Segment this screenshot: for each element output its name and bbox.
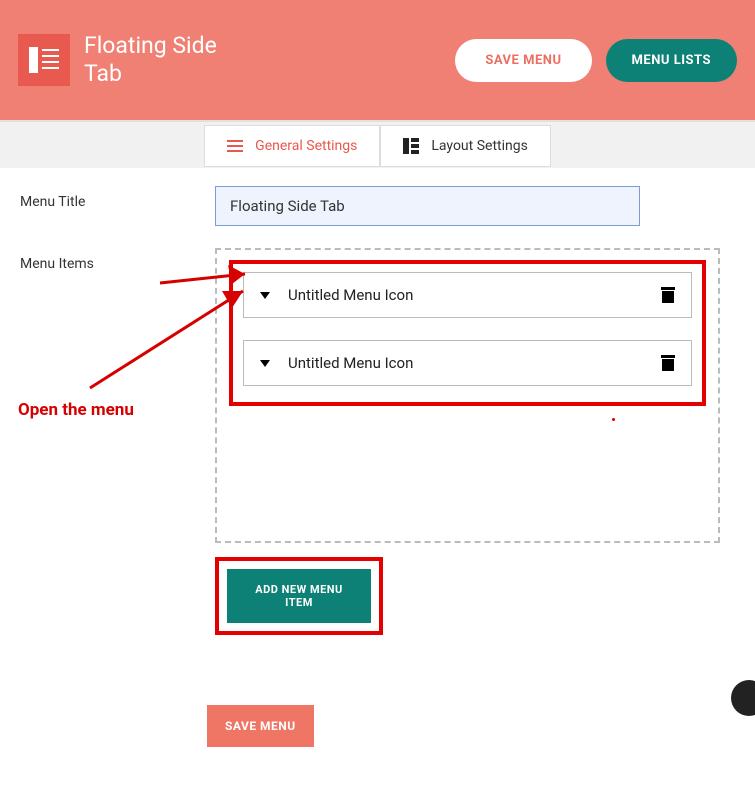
menu-item-label: Untitled Menu Icon [288, 286, 661, 304]
tab-layout-settings[interactable]: Layout Settings [380, 125, 550, 167]
trash-icon[interactable] [661, 355, 675, 371]
annotation-dot [612, 418, 615, 421]
annotation-highlight-box: Untitled Menu Icon Untitled Menu Icon [229, 260, 706, 406]
caret-down-icon [260, 292, 270, 299]
save-menu-button-bottom[interactable]: SAVE MENU [207, 705, 314, 747]
tab-label: Layout Settings [431, 138, 527, 154]
layout-icon [403, 138, 419, 154]
app-header: Floating Side Tab SAVE MENU MENU LISTS [0, 0, 755, 120]
menu-item-label: Untitled Menu Icon [288, 354, 661, 372]
content-area: Menu Title Menu Items Untitled Menu Icon… [0, 168, 755, 787]
header-right: SAVE MENU MENU LISTS [455, 39, 737, 82]
save-menu-button-top[interactable]: SAVE MENU [455, 39, 591, 82]
annotation-highlight-box: ADD NEW MENU ITEM [215, 557, 383, 635]
tab-general-settings[interactable]: General Settings [204, 125, 380, 167]
annotation-text: Open the menu [18, 400, 134, 420]
add-new-menu-item-button[interactable]: ADD NEW MENU ITEM [227, 569, 371, 623]
trash-icon[interactable] [661, 287, 675, 303]
app-title: Floating Side Tab [84, 32, 224, 87]
menu-title-row: Menu Title [20, 186, 735, 226]
menu-items-row: Menu Items Untitled Menu Icon Untitled M… [20, 248, 735, 747]
header-left: Floating Side Tab [18, 32, 224, 87]
menu-items-panel: Untitled Menu Icon Untitled Menu Icon [215, 248, 720, 543]
menu-title-input[interactable] [215, 186, 640, 226]
menu-item-row[interactable]: Untitled Menu Icon [243, 340, 692, 386]
tab-label: General Settings [255, 138, 357, 154]
menu-item-row[interactable]: Untitled Menu Icon [243, 272, 692, 318]
hamburger-icon [227, 140, 243, 152]
app-logo-icon [18, 34, 70, 86]
menu-title-label: Menu Title [20, 186, 215, 226]
menu-items-label: Menu Items [20, 248, 215, 747]
caret-down-icon [260, 360, 270, 367]
menu-lists-button[interactable]: MENU LISTS [606, 39, 737, 82]
tab-bar: General Settings Layout Settings [0, 120, 755, 168]
